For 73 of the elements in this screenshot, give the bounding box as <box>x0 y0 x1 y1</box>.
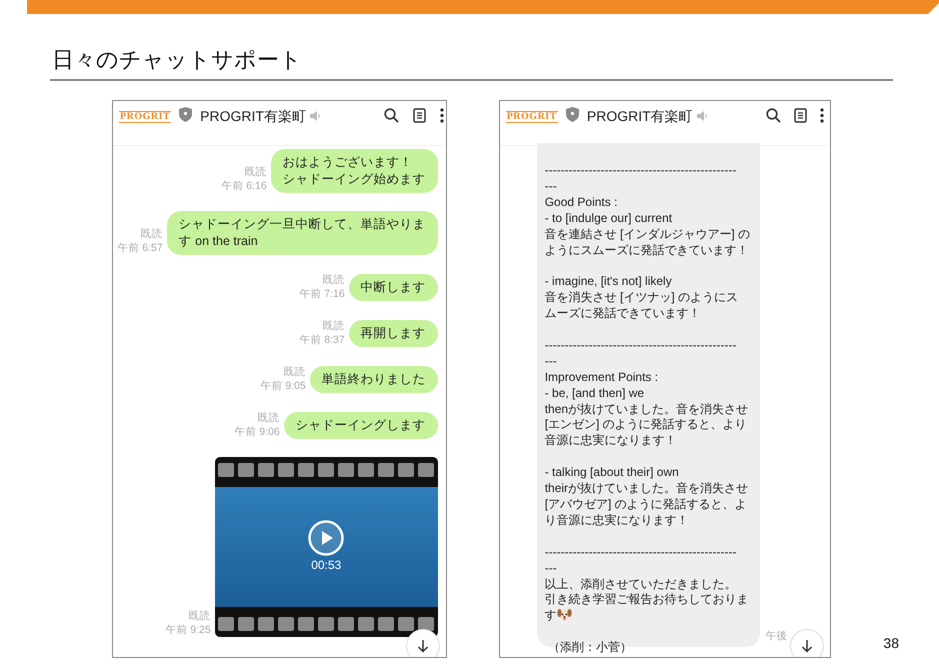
video-duration: 00:53 <box>311 557 342 574</box>
message-line: 単語終わりました <box>322 371 426 388</box>
message-line: 再開します <box>360 325 426 342</box>
message-line: ------------------------------------------------ <box>544 163 738 179</box>
brand-logo: PROGRIT <box>119 111 172 123</box>
scroll-down-button[interactable] <box>406 629 440 657</box>
message-time: 午前 9:05 <box>260 379 306 393</box>
message-time: 午前 6:57 <box>117 241 163 255</box>
message-line: --- <box>544 560 558 576</box>
down-arrow-icon <box>416 639 429 653</box>
chat-name: PROGRIT有楽町 <box>586 107 693 125</box>
message-line: - be, [and then] we <box>544 386 646 402</box>
message-time: 午前 9:25 <box>165 623 211 637</box>
read-receipt: 既読 <box>140 227 163 241</box>
message-line: シャドーイング始めます <box>282 171 426 188</box>
dog-icon <box>556 608 572 622</box>
message-line: 中断します <box>360 279 426 296</box>
message-time: 午後 <box>766 629 788 644</box>
message-line: 引き続き学習ご報告お待ちしておりま <box>544 592 750 608</box>
message-line: Good Points : <box>544 194 618 211</box>
message-line: す <box>544 608 557 624</box>
message-line: --- <box>544 354 558 370</box>
message-line: - to [indulge our] current <box>544 210 674 227</box>
message-line: [エンゼン] のように発話すると、より <box>544 417 748 434</box>
message-line: theirが抜けていました。音を消失させ <box>544 481 750 497</box>
read-receipt: 既読 <box>188 609 211 623</box>
message-signature: （添削：小菅） <box>547 640 634 656</box>
page-number: 38 <box>883 634 899 653</box>
more-icon[interactable] <box>440 108 444 123</box>
message-line: ようにスムーズに発話できています！ <box>544 242 750 258</box>
notes-icon[interactable] <box>412 108 426 123</box>
shield-icon <box>179 107 192 122</box>
more-icon[interactable] <box>820 108 824 123</box>
read-receipt: 既読 <box>282 365 306 379</box>
message-line: シャドーイングします <box>296 417 426 434</box>
message-line: ------------------------------------------------ <box>544 544 738 561</box>
read-receipt: 既読 <box>256 411 280 425</box>
search-icon[interactable] <box>384 108 399 123</box>
read-receipt: 既読 <box>322 319 345 333</box>
message-line: シャドーイング一旦中断して、単語やりま <box>178 216 426 233</box>
message-line: --- <box>544 178 558 195</box>
message-line: - talking [about their] own <box>544 465 680 482</box>
slide-title: 日々のチャットサポート <box>52 46 303 74</box>
chat-name: PROGRIT有楽町 <box>200 107 306 125</box>
read-receipt: 既読 <box>244 165 267 179</box>
speaker-icon <box>310 111 321 121</box>
search-icon[interactable] <box>766 108 782 123</box>
notes-icon[interactable] <box>794 108 808 123</box>
scroll-down-button[interactable] <box>790 629 824 657</box>
message-line: 音源に忠実になります！ <box>544 433 678 450</box>
message-line: ムーズに発話できています！ <box>544 306 702 322</box>
video-thumbnail[interactable]: 00:53 <box>214 457 438 637</box>
down-arrow-icon <box>801 639 814 653</box>
message-line: - imagine, [it's not] likely <box>544 274 673 290</box>
message-line: 以上、添削させていただきました。 <box>544 576 738 592</box>
message-line: す on the train <box>178 233 259 250</box>
message-time: 午前 7:16 <box>299 287 345 301</box>
message-line: 音を消失させ [イツナッ] のようにス <box>544 290 740 306</box>
play-icon[interactable] <box>308 520 344 556</box>
message-line: おはようございます！ <box>282 154 414 171</box>
message-line: ------------------------------------------------ <box>544 338 738 354</box>
brand-logo: PROGRIT <box>506 111 558 123</box>
shield-icon <box>566 107 579 122</box>
speaker-icon <box>696 111 708 121</box>
message-line: thenが抜けていました。音を消失させ <box>544 402 750 418</box>
message-line: [アバウゼア] のように発話すると、よ <box>544 496 748 513</box>
read-receipt: 既読 <box>322 273 345 287</box>
message-line: り音源に忠実になります！ <box>544 512 690 529</box>
message-line: 音を連結させ [インダルジャウアー] の <box>544 226 752 243</box>
message-line: Improvement Points : <box>544 370 660 386</box>
message-time: 午前 8:37 <box>299 333 345 347</box>
message-time: 午前 6:16 <box>221 179 267 193</box>
message-time: 午前 9:06 <box>234 425 280 439</box>
